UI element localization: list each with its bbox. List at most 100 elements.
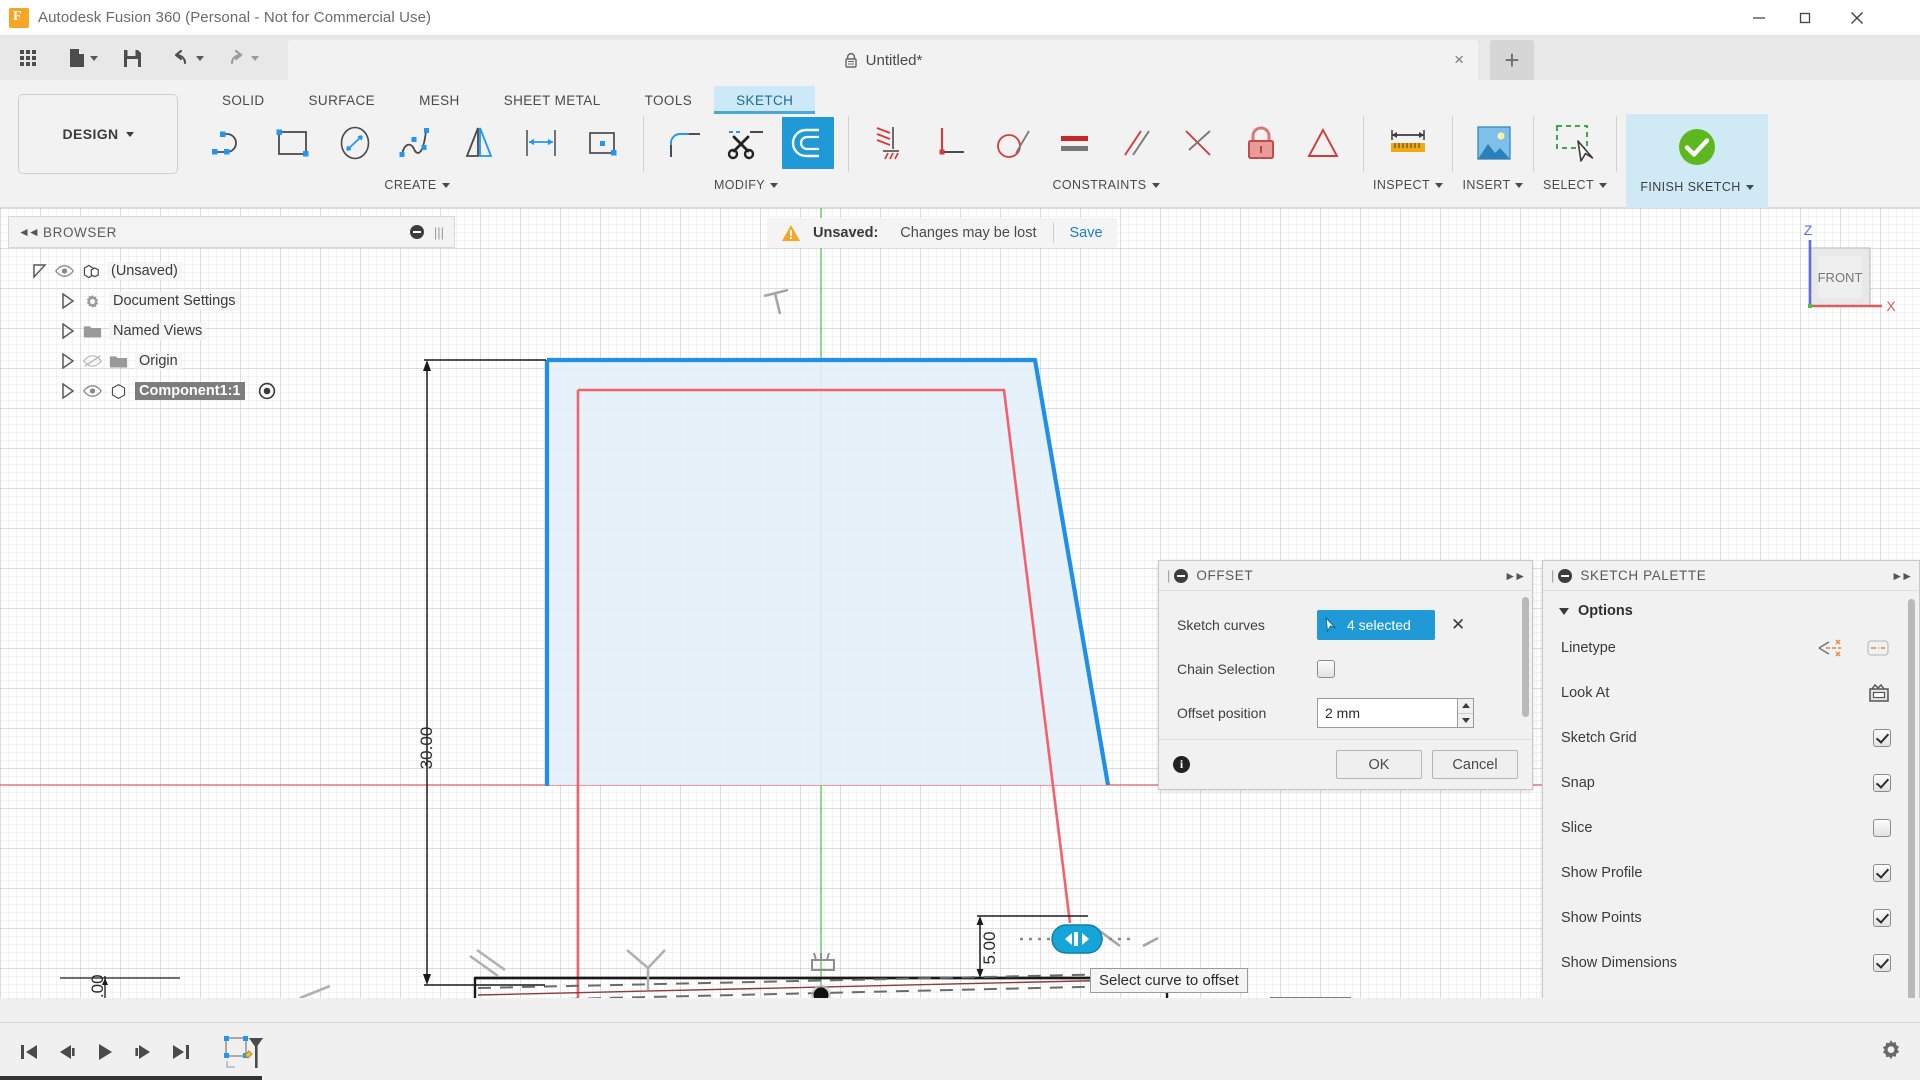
workspace-selector[interactable]: DESIGN: [18, 94, 178, 174]
show-dimensions-checkbox[interactable]: [1873, 954, 1891, 972]
offset-position-input[interactable]: 2 mm: [1317, 698, 1457, 728]
expand-arrow-open-icon[interactable]: [32, 263, 48, 279]
browser-item-component1[interactable]: Component1:1: [8, 376, 455, 406]
tool-rectangular-pattern[interactable]: [572, 114, 634, 172]
expand-arrow-closed-icon[interactable]: [60, 293, 76, 309]
new-tab-button[interactable]: +: [1490, 40, 1534, 80]
chain-selection-checkbox[interactable]: [1317, 660, 1335, 678]
tab-mesh[interactable]: MESH: [397, 86, 482, 114]
maximize-button[interactable]: [1782, 0, 1828, 36]
info-icon[interactable]: i: [1173, 756, 1190, 773]
tool-mirror[interactable]: [448, 114, 510, 172]
close-tab-button[interactable]: ×: [1454, 51, 1464, 68]
tool-tangent-constraint[interactable]: [982, 114, 1044, 172]
tool-equal-constraint[interactable]: [1044, 114, 1106, 172]
height-dimension-label[interactable]: 30.00: [417, 727, 437, 770]
undo-button[interactable]: [162, 41, 207, 75]
tool-midpoint-constraint[interactable]: [1168, 114, 1230, 172]
small-height-dimension-label[interactable]: 5.00: [980, 931, 1000, 964]
offset-dialog-header[interactable]: | OFFSET ►►: [1159, 561, 1532, 591]
timeline-step-back[interactable]: [48, 1032, 86, 1072]
browser-item-unsaved[interactable]: (Unsaved): [8, 256, 455, 286]
activate-component-icon[interactable]: [258, 382, 276, 400]
expand-arrow-closed-icon[interactable]: [60, 353, 76, 369]
show-profile-checkbox[interactable]: [1873, 864, 1891, 882]
tool-fillet[interactable]: [653, 114, 715, 172]
ribbon-group-modify-label[interactable]: MODIFY: [714, 178, 778, 192]
visibility-eye-icon[interactable]: [55, 264, 74, 278]
tool-select[interactable]: [1544, 114, 1606, 172]
tool-symmetry-constraint[interactable]: [1292, 114, 1354, 172]
finish-sketch-button[interactable]: FINISH SKETCH: [1626, 114, 1768, 208]
centerline-icon[interactable]: [1865, 637, 1891, 659]
save-button[interactable]: [115, 41, 150, 75]
tool-trim[interactable]: [715, 114, 777, 172]
look-at-icon[interactable]: [1867, 682, 1891, 704]
grip-icon[interactable]: |||: [434, 225, 444, 240]
base-thickness-dimension-label[interactable]: 2.00: [88, 974, 108, 998]
grip-icon[interactable]: |: [1167, 568, 1170, 583]
offset-value-text[interactable]: 2: [1270, 997, 1334, 998]
tool-perpendicular-constraint[interactable]: [920, 114, 982, 172]
grip-icon[interactable]: |: [1551, 568, 1554, 583]
tab-sheet-metal[interactable]: SHEET METAL: [482, 86, 623, 114]
offset-cancel-button[interactable]: Cancel: [1432, 750, 1518, 779]
close-window-button[interactable]: [1834, 0, 1880, 36]
tool-parallel-constraint[interactable]: [1106, 114, 1168, 172]
minimize-button[interactable]: [1736, 0, 1782, 36]
timeline-step-forward[interactable]: [124, 1032, 162, 1072]
ribbon-group-insert-label[interactable]: INSERT: [1462, 178, 1523, 192]
file-menu-button[interactable]: [60, 41, 101, 75]
timeline-settings-button[interactable]: [1878, 1037, 1904, 1068]
collapse-left-icon[interactable]: ◄◄: [18, 225, 38, 239]
palette-scrollbar[interactable]: [1908, 599, 1915, 998]
expand-right-icon[interactable]: ►►: [1504, 569, 1524, 583]
redo-button[interactable]: [217, 41, 262, 75]
tool-measure[interactable]: [1377, 114, 1439, 172]
show-data-panel-button[interactable]: [10, 41, 46, 75]
view-cube[interactable]: FRONT Z X: [1778, 218, 1898, 318]
tool-offset[interactable]: [777, 114, 839, 172]
tool-line[interactable]: [200, 114, 262, 172]
ribbon-group-inspect-label[interactable]: INSPECT: [1373, 178, 1443, 192]
sketch-palette-header[interactable]: | SKETCH PALETTE ►►: [1543, 561, 1919, 591]
slice-checkbox[interactable]: [1873, 819, 1891, 837]
tab-solid[interactable]: SOLID: [200, 86, 287, 114]
tool-spline[interactable]: [386, 114, 448, 172]
expand-right-icon[interactable]: ►►: [1891, 569, 1911, 583]
dialog-scrollbar[interactable]: [1522, 597, 1529, 717]
visibility-hidden-icon[interactable]: [83, 354, 102, 368]
tool-rectangle[interactable]: [262, 114, 324, 172]
sketch-curves-selection-chip[interactable]: 4 selected: [1317, 610, 1435, 640]
construction-line-icon[interactable]: [1817, 637, 1843, 659]
tool-circle[interactable]: [324, 114, 386, 172]
offset-ok-button[interactable]: OK: [1336, 750, 1422, 779]
visibility-eye-icon[interactable]: [83, 384, 102, 398]
tool-sketch-dimension[interactable]: [510, 114, 572, 172]
tool-fix-unfix[interactable]: [1230, 114, 1292, 172]
browser-item-document-settings[interactable]: Document Settings: [8, 286, 455, 316]
minus-circle-icon[interactable]: [1558, 569, 1572, 583]
tab-sketch[interactable]: SKETCH: [714, 86, 815, 114]
offset-position-increment[interactable]: [1458, 699, 1473, 714]
minus-circle-icon[interactable]: [410, 225, 424, 239]
tool-insert-image[interactable]: [1462, 114, 1524, 172]
ribbon-group-select-label[interactable]: SELECT: [1543, 178, 1607, 192]
clear-selection-button[interactable]: ✕: [1451, 615, 1465, 635]
offset-value-input-floating[interactable]: 2: [1258, 997, 1351, 998]
timeline-go-to-beginning[interactable]: [10, 1032, 48, 1072]
ribbon-group-create-label[interactable]: CREATE: [384, 178, 449, 192]
expand-arrow-closed-icon[interactable]: [60, 323, 76, 339]
snap-checkbox[interactable]: [1873, 774, 1891, 792]
tool-horizontal-vertical-constraint[interactable]: [858, 114, 920, 172]
offset-position-decrement[interactable]: [1458, 714, 1473, 728]
unsaved-save-link[interactable]: Save: [1070, 225, 1103, 241]
expand-arrow-closed-icon[interactable]: [60, 383, 76, 399]
show-points-checkbox[interactable]: [1873, 909, 1891, 927]
palette-section-options[interactable]: Options: [1543, 591, 1919, 625]
timeline-go-to-end[interactable]: [162, 1032, 200, 1072]
sketch-canvas[interactable]: 30.00 5.00 2.00 Select curve to offset 2…: [0, 208, 1920, 998]
sketch-grid-checkbox[interactable]: [1873, 729, 1891, 747]
minus-circle-icon[interactable]: [1174, 569, 1188, 583]
document-tab[interactable]: Untitled* ×: [288, 40, 1478, 80]
